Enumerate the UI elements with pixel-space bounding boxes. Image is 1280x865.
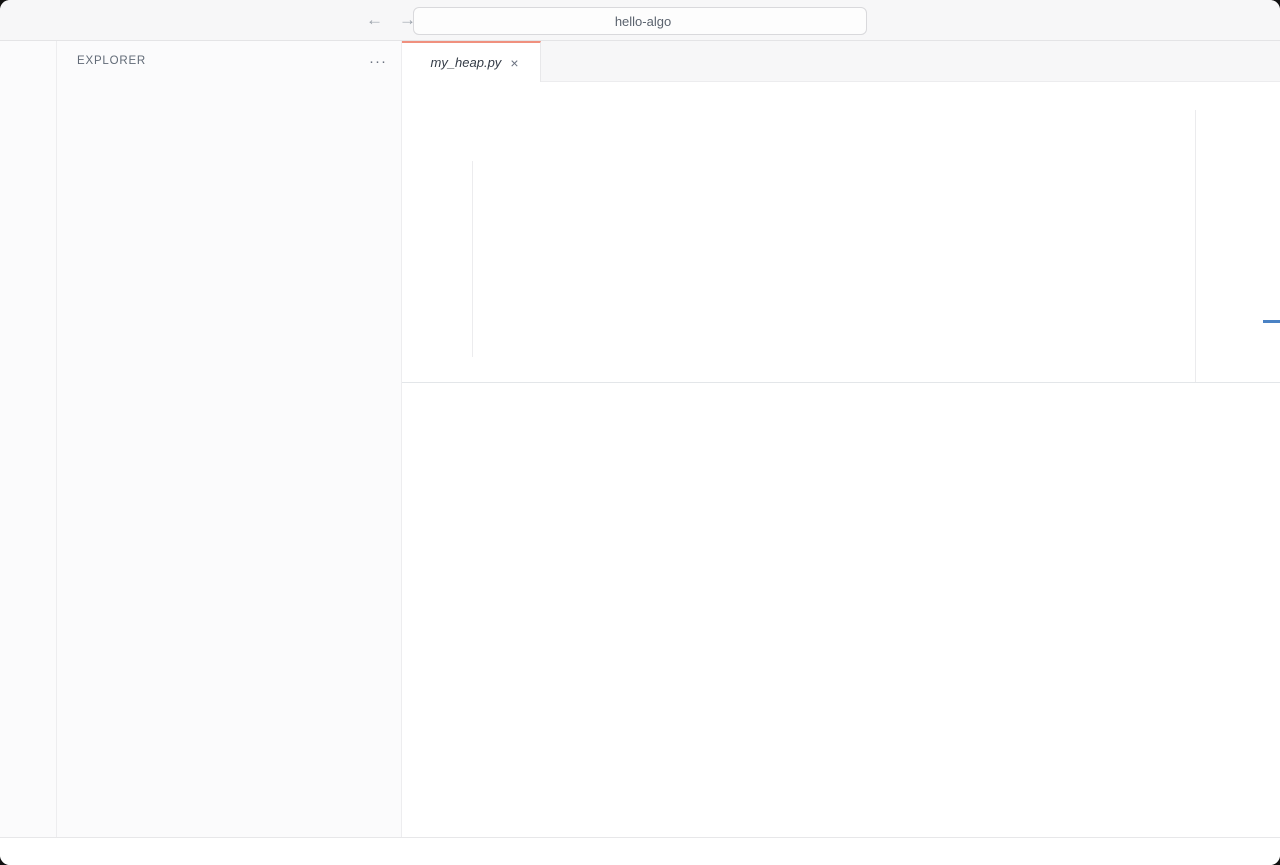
breadcrumb (402, 82, 1280, 110)
zoom-window-button[interactable] (56, 14, 68, 26)
back-arrow-icon[interactable]: ← (366, 10, 383, 30)
title-bar: ← → hello-algo (0, 0, 1280, 41)
terminal[interactable] (402, 421, 1280, 837)
explorer-sidebar: EXPLORER ··· (57, 41, 402, 837)
panel-tab-bar (402, 383, 1280, 421)
editor-tab-bar: my_heap.py × (402, 41, 1280, 82)
explorer-title: EXPLORER (77, 55, 146, 67)
tab-label: my_heap.py (430, 55, 501, 70)
code-editor[interactable] (402, 110, 1280, 382)
minimap-cursor-marker (1263, 320, 1280, 323)
close-tab-icon[interactable]: × (510, 55, 518, 71)
close-window-button[interactable] (16, 14, 28, 26)
search-text: hello-algo (615, 14, 671, 29)
file-tree (57, 81, 401, 837)
activity-bar (0, 41, 57, 837)
status-bar (0, 837, 1280, 865)
minimap[interactable] (1195, 110, 1280, 382)
explorer-more-actions[interactable]: ··· (369, 53, 387, 70)
minimize-window-button[interactable] (36, 14, 48, 26)
command-center-search[interactable]: hello-algo (413, 7, 867, 35)
indent-guide (472, 161, 473, 357)
tab-my-heap-py[interactable]: my_heap.py × (402, 41, 541, 82)
bottom-panel (402, 382, 1280, 837)
window-controls (16, 14, 68, 26)
vscode-window: ← → hello-algo EXPLORER ··· (0, 0, 1280, 865)
editor-area: my_heap.py × (402, 41, 1280, 837)
